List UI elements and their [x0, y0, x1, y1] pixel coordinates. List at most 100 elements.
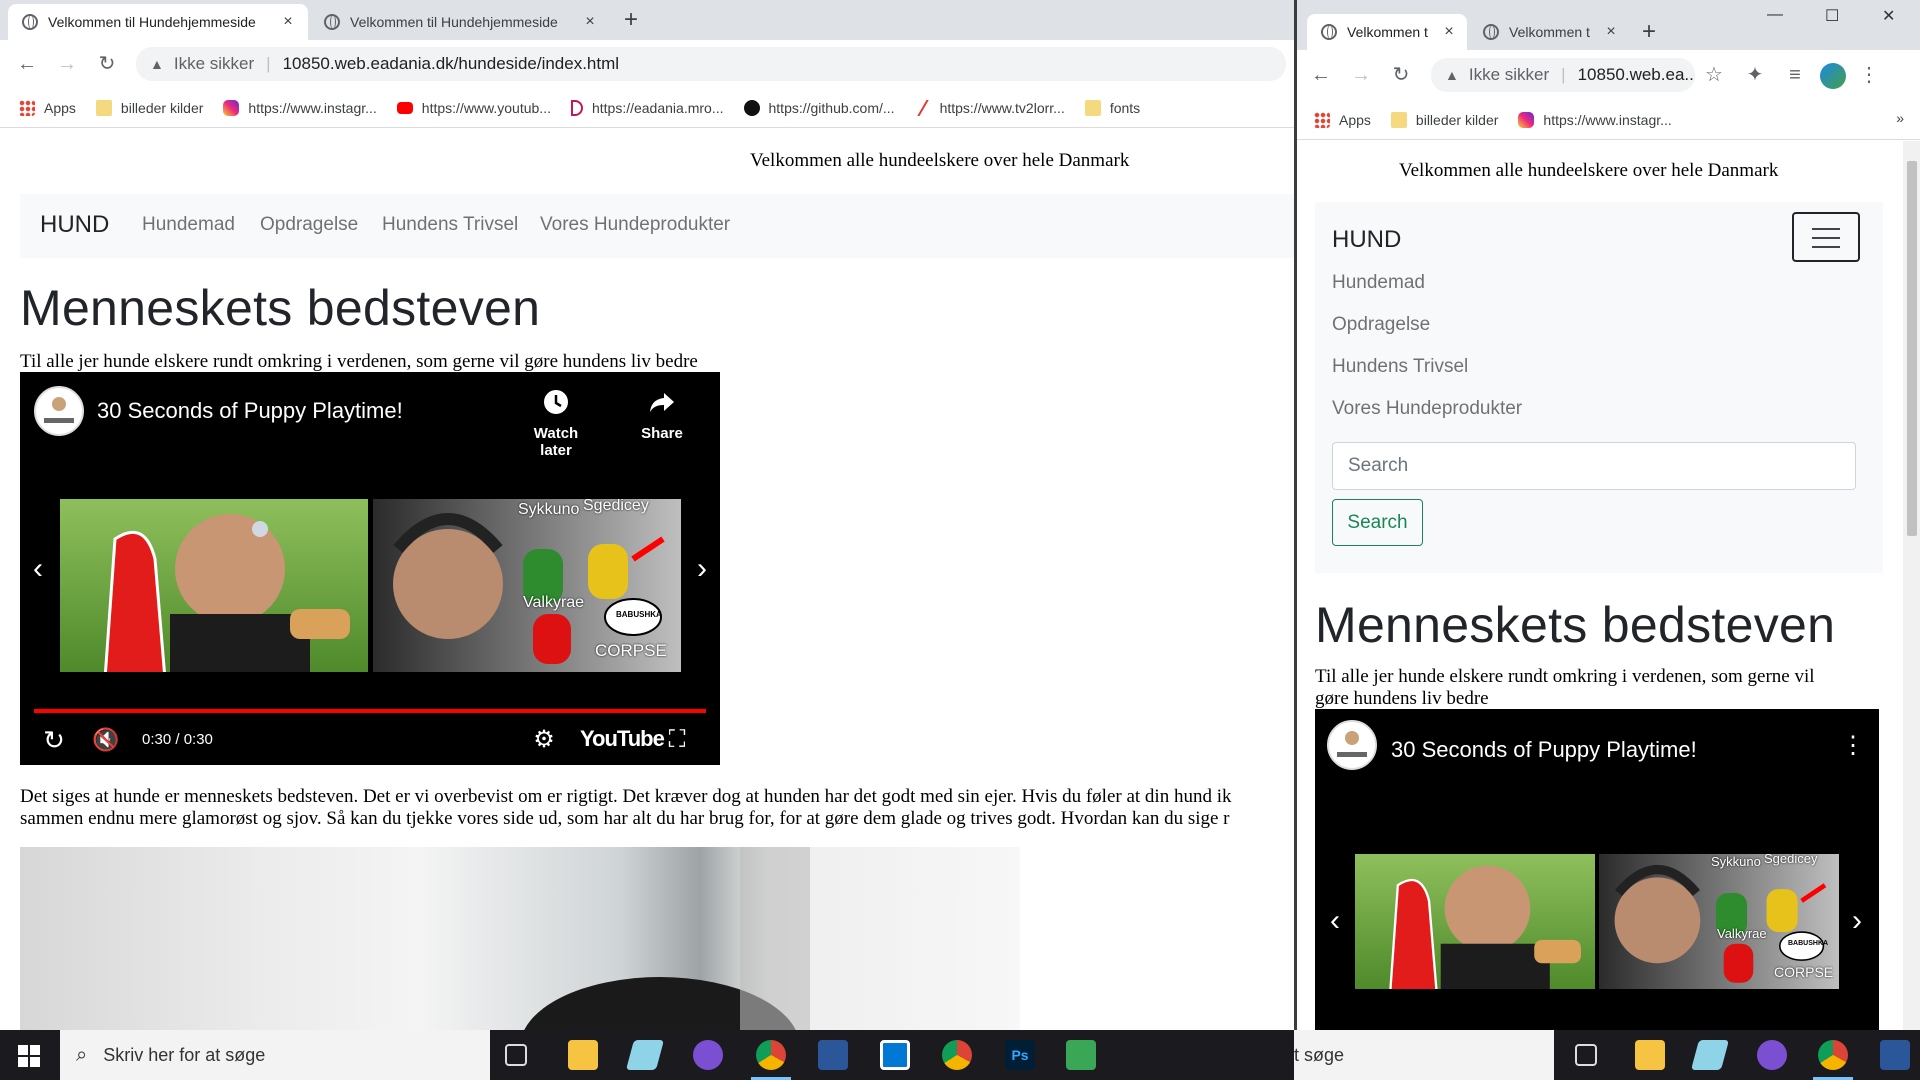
- intro-text-line-2: gøre hundens liv bedre: [1315, 688, 1489, 709]
- github-desktop-icon[interactable]: [693, 1040, 723, 1070]
- video-menu-icon[interactable]: ⋮: [1841, 731, 1865, 760]
- watch-later-button[interactable]: Watch later: [516, 388, 596, 459]
- reload-icon[interactable]: ↻: [95, 52, 119, 76]
- bookmark-star-icon[interactable]: ☆: [1702, 63, 1726, 87]
- related-video-thumbnail-1[interactable]: [1355, 854, 1595, 989]
- carousel-next-icon[interactable]: ›: [1845, 906, 1869, 936]
- bookmark-eadania[interactable]: https://eadania.mro...: [570, 99, 724, 116]
- bookmark-fonts[interactable]: fonts: [1084, 99, 1140, 116]
- search-input[interactable]: Search: [1332, 442, 1856, 490]
- address-bar[interactable]: ▲ Ikke sikker | 10850.web.ea...: [1431, 58, 1695, 92]
- video-time: 0:30 / 0:30: [142, 731, 213, 748]
- word-icon[interactable]: [1880, 1040, 1910, 1070]
- start-button[interactable]: [18, 1045, 40, 1072]
- word-icon[interactable]: [818, 1040, 848, 1070]
- new-tab-button[interactable]: +: [1642, 20, 1656, 44]
- tab-1[interactable]: Velkommen til Hundehjemmeside ×: [8, 4, 308, 40]
- photoshop-icon[interactable]: Ps: [1005, 1040, 1035, 1070]
- minimize-button[interactable]: —: [1767, 6, 1783, 24]
- taskbar-search-right[interactable]: t søge: [1294, 1030, 1554, 1080]
- settings-gear-icon[interactable]: ⚙: [532, 728, 556, 752]
- nav-hundens-trivsel[interactable]: Hundens Trivsel: [1332, 356, 1468, 378]
- task-view-icon[interactable]: [1575, 1044, 1597, 1066]
- chrome-icon[interactable]: [942, 1040, 972, 1070]
- new-tab-button[interactable]: +: [624, 8, 638, 32]
- nav-vores-hundeprodukter[interactable]: Vores Hundeprodukter: [540, 214, 730, 236]
- bookmark-folder[interactable]: billeder kilder: [95, 99, 203, 116]
- app-icon[interactable]: [1066, 1040, 1096, 1070]
- nav-vores-hundeprodukter[interactable]: Vores Hundeprodukter: [1332, 398, 1522, 420]
- youtube-embed[interactable]: 30 Seconds of Puppy Playtime! Watch late…: [20, 372, 720, 765]
- reading-list-icon[interactable]: ≡: [1783, 63, 1807, 87]
- file-explorer-icon[interactable]: [568, 1040, 598, 1070]
- page-scrollbar[interactable]: [1903, 141, 1920, 1030]
- related-video-thumbnail-1[interactable]: [60, 499, 368, 672]
- forward-icon[interactable]: →: [55, 52, 79, 76]
- progress-track[interactable]: [34, 709, 706, 713]
- task-view-icon[interactable]: [505, 1044, 527, 1066]
- search-button[interactable]: Search: [1332, 499, 1423, 546]
- nav-opdragelse[interactable]: Opdragelse: [1332, 314, 1430, 336]
- close-window-button[interactable]: ✕: [1882, 6, 1895, 26]
- security-label: Ikke sikker: [1468, 65, 1550, 84]
- carousel-next-icon[interactable]: ›: [690, 554, 714, 584]
- maximize-button[interactable]: ☐: [1825, 6, 1839, 26]
- tab-2[interactable]: Velkommen til Hundehjemmeside ×: [310, 4, 610, 40]
- carousel-prev-icon[interactable]: ‹: [26, 554, 50, 584]
- extensions-icon[interactable]: ✦: [1743, 63, 1767, 87]
- thumb-label: Sykkuno: [1711, 854, 1761, 869]
- tab-1[interactable]: Velkommen t ×: [1307, 14, 1467, 50]
- bookmark-instagram[interactable]: https://www.instagr...: [1518, 111, 1672, 128]
- address-bar[interactable]: ▲ Ikke sikker | 10850.web.eadania.dk/hun…: [136, 47, 1286, 81]
- chrome-icon[interactable]: [756, 1040, 786, 1070]
- close-tab-icon[interactable]: ×: [1441, 23, 1457, 41]
- bookmark-youtube[interactable]: https://www.youtub...: [396, 100, 551, 116]
- bookmark-instagram[interactable]: https://www.instagr...: [223, 99, 377, 116]
- channel-avatar[interactable]: [1327, 720, 1377, 770]
- nav-hundemad[interactable]: Hundemad: [142, 214, 235, 236]
- menu-kebab-icon[interactable]: ⋮: [1857, 63, 1881, 87]
- related-video-thumbnail-2[interactable]: Sykkuno Sgedicey Valkyrae BABUSHKA CORPS…: [373, 499, 681, 672]
- nav-hundens-trivsel[interactable]: Hundens Trivsel: [382, 214, 518, 236]
- back-icon[interactable]: ←: [15, 52, 39, 76]
- file-explorer-icon[interactable]: [1635, 1040, 1665, 1070]
- carousel-prev-icon[interactable]: ‹: [1323, 906, 1347, 936]
- nav-opdragelse[interactable]: Opdragelse: [260, 214, 358, 236]
- related-video-thumbnail-2[interactable]: Sykkuno Sgedicey Valkyrae BABUSHKA CORPS…: [1599, 854, 1839, 989]
- brand[interactable]: HUND: [40, 211, 109, 239]
- tab-2[interactable]: Velkommen t ×: [1469, 14, 1629, 50]
- nav-hundemad[interactable]: Hundemad: [1332, 272, 1425, 294]
- close-tab-icon[interactable]: ×: [1603, 23, 1619, 41]
- fullscreen-icon[interactable]: ⛶: [665, 728, 689, 752]
- youtube-embed[interactable]: 30 Seconds of Puppy Playtime! ⋮ ‹ › Sykk…: [1315, 709, 1879, 1030]
- channel-avatar[interactable]: [34, 386, 84, 436]
- back-icon[interactable]: ←: [1309, 63, 1333, 87]
- youtube-logo[interactable]: YouTube: [580, 726, 665, 752]
- close-tab-icon[interactable]: ×: [582, 13, 598, 31]
- app-icon[interactable]: [880, 1040, 910, 1070]
- replay-icon[interactable]: ↻: [42, 727, 66, 753]
- video-title[interactable]: 30 Seconds of Puppy Playtime!: [97, 398, 403, 424]
- brand[interactable]: HUND: [1332, 226, 1401, 254]
- bookmarks-overflow[interactable]: »: [1896, 110, 1904, 126]
- bookmark-github[interactable]: https://github.com/...: [743, 99, 895, 116]
- forward-icon[interactable]: →: [1349, 63, 1373, 87]
- profile-avatar[interactable]: [1820, 63, 1846, 89]
- mute-icon[interactable]: 🔇: [92, 728, 119, 752]
- app-icon[interactable]: [1690, 1040, 1730, 1070]
- taskbar-search[interactable]: ⌕ Skriv her for at søge: [60, 1030, 490, 1080]
- tab-strip: Velkommen t × Velkommen t × + — ☐ ✕: [1297, 0, 1920, 50]
- bookmark-apps[interactable]: Apps: [19, 99, 76, 116]
- video-title[interactable]: 30 Seconds of Puppy Playtime!: [1391, 737, 1697, 763]
- navbar-toggler[interactable]: [1792, 212, 1860, 262]
- bookmark-apps[interactable]: Apps: [1314, 111, 1371, 128]
- bookmark-tv2[interactable]: https://www.tv2lorr...: [914, 99, 1065, 116]
- reload-icon[interactable]: ↻: [1389, 63, 1413, 87]
- share-button[interactable]: Share: [632, 388, 692, 442]
- scrollbar-thumb[interactable]: [1907, 161, 1917, 536]
- close-tab-icon[interactable]: ×: [280, 13, 296, 31]
- bookmark-folder[interactable]: billeder kilder: [1390, 111, 1498, 128]
- app-icon[interactable]: [625, 1040, 665, 1070]
- github-desktop-icon[interactable]: [1757, 1040, 1787, 1070]
- chrome-icon[interactable]: [1818, 1040, 1848, 1070]
